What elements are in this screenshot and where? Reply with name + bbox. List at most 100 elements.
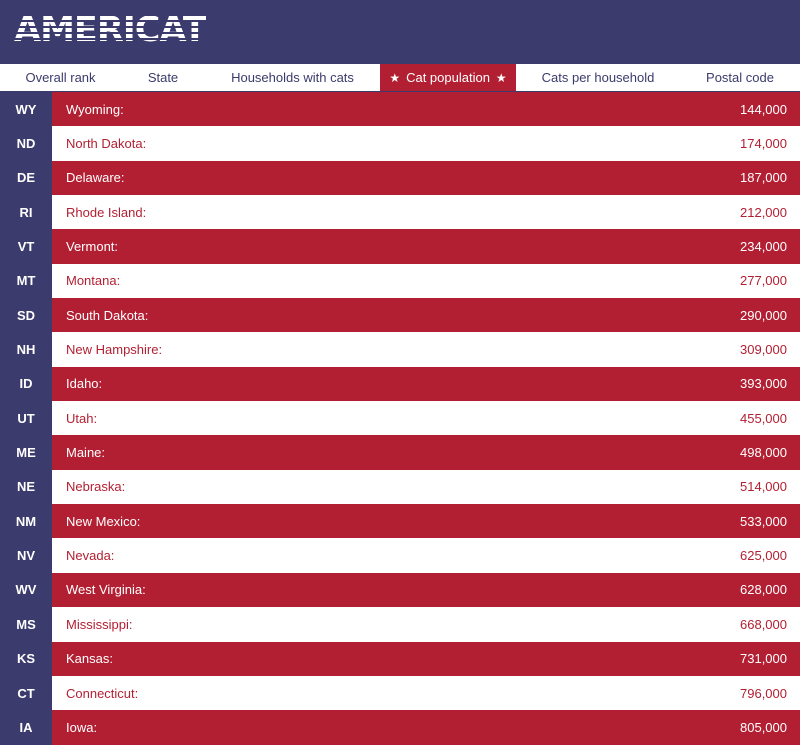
tab-overall-rank[interactable]: Overall rank — [0, 64, 121, 91]
table-row[interactable]: NH New Hampshire: 309,000 — [0, 332, 800, 367]
row-cell: Iowa: 805,000 — [52, 710, 800, 745]
state-name: Iowa: — [66, 719, 98, 735]
row-cell: Wyoming: 144,000 — [52, 92, 800, 127]
cat-population-value: 731,000 — [740, 651, 787, 667]
row-cell: Nebraska: 514,000 — [52, 469, 800, 505]
cat-population-value: 234,000 — [740, 239, 787, 255]
state-name: Nevada: — [66, 548, 115, 564]
row-cell: Rhode Island: 212,000 — [52, 195, 800, 230]
state-code: WV — [0, 572, 52, 608]
table-row[interactable]: WY Wyoming: 144,000 — [0, 92, 800, 127]
table-row[interactable]: MT Montana: 277,000 — [0, 263, 800, 299]
state-code: CT — [0, 675, 52, 711]
state-code: NM — [0, 504, 52, 539]
table-row[interactable]: WV West Virginia: 628,000 — [0, 572, 800, 608]
state-name: West Virginia: — [66, 582, 146, 598]
table-row[interactable]: ME Maine: 498,000 — [0, 435, 800, 470]
state-code: IA — [0, 710, 52, 745]
cat-population-value: 805,000 — [740, 719, 787, 735]
table-row[interactable]: RI Rhode Island: 212,000 — [0, 195, 800, 230]
cat-population-table: WY Wyoming: 144,000 ND North Dakota: 174,000 D… — [0, 92, 800, 745]
table-row[interactable]: ID Idaho: 393,000 — [0, 366, 800, 402]
cat-population-value: 277,000 — [740, 273, 787, 289]
table-row[interactable]: NM New Mexico: 533,000 — [0, 504, 800, 539]
state-name: Wyoming: — [66, 101, 124, 117]
cat-population-value: 498,000 — [740, 445, 787, 461]
state-code: ME — [0, 435, 52, 470]
table-row[interactable]: UT Utah: 455,000 — [0, 401, 800, 436]
tab-state[interactable]: State — [121, 64, 205, 91]
americat-logo[interactable]: AMERICAT — [14, 10, 207, 50]
table-row[interactable]: VT Vermont: 234,000 — [0, 229, 800, 264]
table-row[interactable]: NV Nevada: 625,000 — [0, 538, 800, 573]
state-code: NH — [0, 332, 52, 367]
tab-label: Overall rank — [25, 70, 96, 85]
tab-households-with-cats[interactable]: Households with cats — [205, 64, 380, 91]
cat-population-value: 625,000 — [740, 548, 787, 564]
tab-cats-per-household[interactable]: Cats per household — [516, 64, 680, 91]
state-name: Rhode Island: — [66, 204, 147, 220]
tab-label: State — [147, 70, 179, 85]
state-name: Nebraska: — [66, 479, 126, 495]
app-header: AMERICAT — [0, 0, 800, 64]
row-cell: Utah: 455,000 — [52, 401, 800, 436]
state-code: WY — [0, 92, 52, 127]
cat-population-value: 144,000 — [740, 101, 787, 117]
state-code: KS — [0, 641, 52, 676]
row-cell: Kansas: 731,000 — [52, 641, 800, 676]
row-cell: West Virginia: 628,000 — [52, 572, 800, 608]
row-cell: New Hampshire: 309,000 — [52, 332, 800, 367]
row-cell: Maine: 498,000 — [52, 435, 800, 470]
state-code: ID — [0, 366, 52, 402]
tab-cat-population[interactable]: ★ Cat population ★ — [380, 64, 516, 91]
state-name: New Hampshire: — [66, 342, 163, 358]
state-code: SD — [0, 298, 52, 333]
cat-population-value: 796,000 — [740, 685, 787, 701]
state-code: MS — [0, 607, 52, 642]
state-name: Mississippi: — [66, 616, 133, 632]
row-cell: Idaho: 393,000 — [52, 366, 800, 402]
state-name: Vermont: — [66, 239, 119, 255]
state-code: ND — [0, 126, 52, 161]
state-code: DE — [0, 160, 52, 196]
state-name: South Dakota: — [66, 307, 149, 323]
table-row[interactable]: NE Nebraska: 514,000 — [0, 469, 800, 505]
cat-population-value: 393,000 — [740, 376, 787, 392]
cat-population-value: 668,000 — [740, 616, 787, 632]
table-row[interactable]: MS Mississippi: 668,000 — [0, 607, 800, 642]
table-row[interactable]: DE Delaware: 187,000 — [0, 160, 800, 196]
tab-label: Cat population — [406, 70, 490, 85]
tab-label: Postal code — [706, 70, 774, 85]
row-cell: Mississippi: 668,000 — [52, 607, 800, 642]
row-cell: Montana: 277,000 — [52, 263, 800, 299]
row-cell: New Mexico: 533,000 — [52, 504, 800, 539]
state-name: New Mexico: — [66, 513, 141, 529]
row-cell: Vermont: 234,000 — [52, 229, 800, 264]
state-code: RI — [0, 195, 52, 230]
state-name: Montana: — [66, 273, 121, 289]
cat-population-value: 455,000 — [740, 410, 787, 426]
table-row[interactable]: IA Iowa: 805,000 — [0, 710, 800, 745]
cat-population-value: 628,000 — [740, 582, 787, 598]
row-cell: Nevada: 625,000 — [52, 538, 800, 573]
row-cell: North Dakota: 174,000 — [52, 126, 800, 161]
state-name: North Dakota: — [66, 136, 147, 152]
table-row[interactable]: KS Kansas: 731,000 — [0, 641, 800, 676]
cat-population-value: 212,000 — [740, 204, 787, 220]
row-cell: Connecticut: 796,000 — [52, 675, 800, 711]
state-code: MT — [0, 263, 52, 299]
cat-population-value: 309,000 — [740, 342, 787, 358]
tab-label: Households with cats — [231, 70, 354, 85]
row-cell: Delaware: 187,000 — [52, 160, 800, 196]
state-code: NV — [0, 538, 52, 573]
state-name: Delaware: — [66, 170, 125, 186]
table-row[interactable]: ND North Dakota: 174,000 — [0, 126, 800, 161]
state-code: NE — [0, 469, 52, 505]
table-row[interactable]: CT Connecticut: 796,000 — [0, 675, 800, 711]
state-code: UT — [0, 401, 52, 436]
tab-postal-code[interactable]: Postal code — [680, 64, 800, 91]
cat-population-value: 514,000 — [740, 479, 787, 495]
table-row[interactable]: SD South Dakota: 290,000 — [0, 298, 800, 333]
state-code: VT — [0, 229, 52, 264]
cat-population-value: 174,000 — [740, 136, 787, 152]
